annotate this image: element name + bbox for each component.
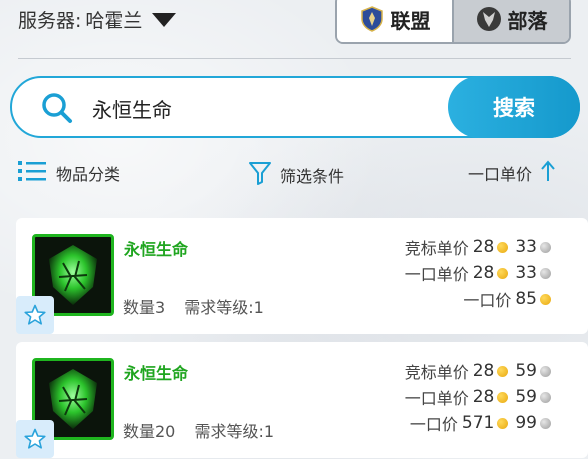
item-quantity: 数量20 — [123, 422, 176, 441]
gold-value: 571 — [461, 413, 495, 433]
faction-horde-label: 部落 — [507, 8, 548, 33]
faction-alliance-label: 联盟 — [390, 8, 431, 33]
alliance-emblem-icon — [359, 6, 385, 32]
silver-value: 59 — [515, 387, 537, 407]
item-meta: 数量3 需求等级:1 — [123, 294, 264, 318]
gold-coin-icon — [497, 241, 509, 253]
gold-value: 28 — [472, 387, 495, 407]
faction-alliance-button[interactable]: 联盟 — [337, 0, 454, 42]
item-card[interactable]: 永恒生命 数量3 需求等级:1 竞标单价 28 33 一口单价 28 33 一口… — [16, 218, 588, 334]
silver-value: 99 — [515, 413, 537, 433]
gold-value: 28 — [472, 237, 495, 257]
item-meta: 数量20 需求等级:1 — [123, 418, 274, 442]
star-icon — [24, 304, 46, 325]
price-label: 一口单价 — [404, 265, 469, 284]
item-name[interactable]: 永恒生命 — [124, 360, 188, 384]
faction-toggle: 联盟 部落 — [335, 0, 571, 44]
item-quantity: 数量3 — [123, 298, 166, 317]
list-icon — [18, 160, 48, 186]
favorite-button[interactable] — [16, 420, 54, 458]
silver-coin-icon — [540, 417, 551, 429]
sort-label: 一口单价 — [468, 165, 533, 184]
item-level: 需求等级:1 — [184, 298, 264, 317]
search-icon — [40, 91, 74, 125]
filter-bar: 物品分类 筛选条件 一口单价 — [0, 152, 588, 192]
price-label: 竞标单价 — [404, 363, 469, 382]
gold-coin-icon — [497, 391, 509, 403]
price-block: 竞标单价 28 59 一口单价 28 59 一口价 571 99 — [405, 358, 554, 436]
price-block: 竞标单价 28 33 一口单价 28 33 一口价 85 — [405, 234, 554, 312]
favorite-button[interactable] — [16, 296, 54, 334]
search-bar[interactable]: 永恒生命 搜索 — [10, 76, 580, 138]
gold-coin-icon — [497, 365, 509, 377]
item-card[interactable]: 永恒生命 数量20 需求等级:1 竞标单价 28 59 一口单价 28 59 一… — [16, 342, 588, 458]
caret-down-icon — [152, 12, 177, 27]
search-input[interactable]: 永恒生命 — [92, 94, 172, 123]
header: 服务器: 哈霍兰 联盟 部落 — [0, 0, 588, 58]
price-label: 竞标单价 — [404, 239, 469, 258]
server-selector[interactable]: 服务器: 哈霍兰 — [18, 6, 177, 33]
category-label: 物品分类 — [56, 165, 121, 184]
faction-horde-button[interactable]: 部落 — [454, 0, 569, 42]
buyout-price: 一口价 571 99 — [405, 410, 554, 436]
buyout-unit-price: 一口单价 28 33 — [405, 260, 554, 286]
item-name[interactable]: 永恒生命 — [124, 236, 188, 260]
gold-coin-icon — [497, 267, 509, 279]
funnel-icon — [248, 160, 272, 190]
silver-coin-icon — [540, 241, 551, 253]
silver-coin-icon — [540, 267, 551, 279]
silver-value: 33 — [515, 263, 537, 283]
bid-unit-price: 竞标单价 28 59 — [405, 358, 554, 384]
gold-value: 85 — [515, 289, 537, 309]
search-button[interactable]: 搜索 — [448, 76, 580, 138]
star-icon — [24, 428, 46, 449]
silver-value: 59 — [515, 361, 537, 381]
filter-button[interactable]: 筛选条件 — [248, 160, 344, 190]
header-divider — [18, 58, 571, 59]
bid-unit-price: 竞标单价 28 33 — [405, 234, 554, 260]
silver-coin-icon — [540, 391, 551, 403]
silver-coin-icon — [540, 365, 551, 377]
category-button[interactable]: 物品分类 — [18, 160, 120, 186]
server-value: 哈霍兰 — [85, 10, 143, 32]
item-level: 需求等级:1 — [194, 422, 275, 441]
buyout-unit-price: 一口单价 28 59 — [405, 384, 554, 410]
gold-value: 28 — [472, 361, 495, 381]
silver-value: 33 — [515, 237, 537, 257]
price-label: 一口价 — [463, 291, 512, 310]
sort-button[interactable]: 一口单价 — [468, 160, 556, 186]
gold-value: 28 — [472, 263, 495, 283]
gold-coin-icon — [497, 417, 509, 429]
buyout-price: 一口价 85 — [405, 286, 554, 312]
filter-label: 筛选条件 — [280, 167, 345, 186]
server-label: 服务器: — [18, 10, 82, 32]
price-label: 一口价 — [409, 415, 458, 434]
arrow-up-icon — [540, 160, 556, 186]
horde-emblem-icon — [476, 6, 502, 32]
gold-coin-icon — [540, 293, 551, 305]
price-label: 一口单价 — [404, 389, 469, 408]
